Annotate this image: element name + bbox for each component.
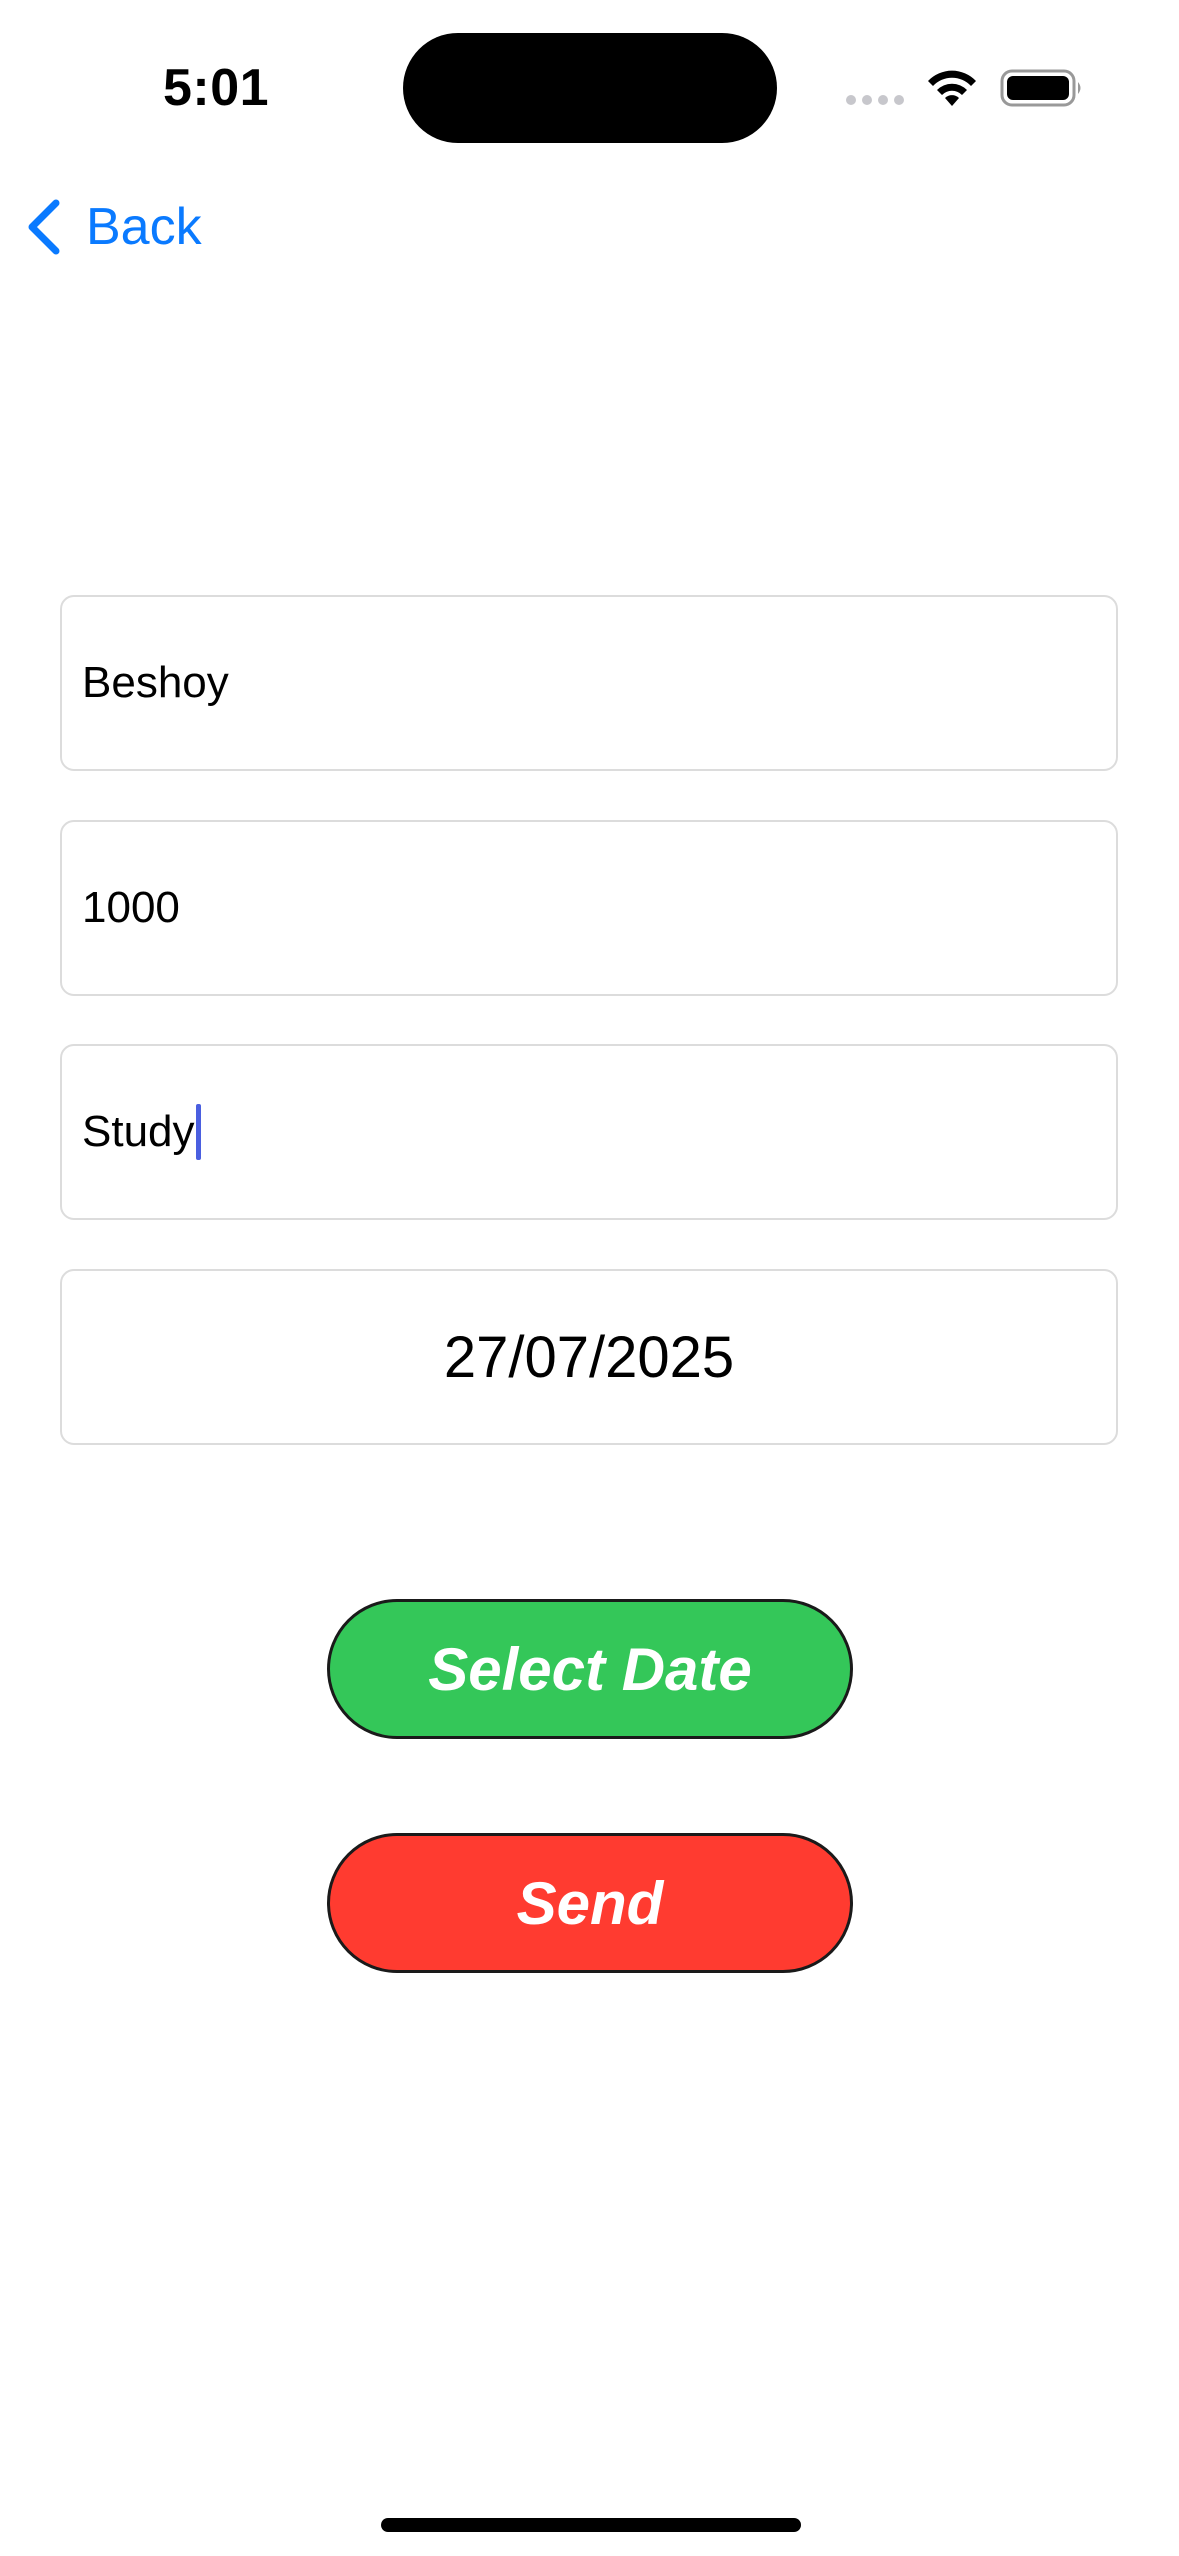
select-date-label: Select Date <box>428 1635 752 1703</box>
cellular-signal-icon <box>846 95 904 105</box>
status-time: 5:01 <box>163 59 270 117</box>
name-field[interactable]: Beshoy <box>60 595 1118 771</box>
chevron-left-icon <box>28 199 60 255</box>
send-button[interactable]: Send <box>327 1833 853 1973</box>
dynamic-island <box>403 33 777 143</box>
date-value: 27/07/2025 <box>443 1324 735 1390</box>
amount-field[interactable]: 1000 <box>60 820 1118 996</box>
battery-icon <box>1000 69 1081 107</box>
back-label: Back <box>86 198 202 256</box>
wifi-icon <box>928 70 976 106</box>
select-date-button[interactable]: Select Date <box>327 1599 853 1739</box>
amount-field-value: 1000 <box>82 883 180 932</box>
purpose-field[interactable]: Study <box>60 1044 1118 1220</box>
name-field-value: Beshoy <box>82 658 229 707</box>
send-label: Send <box>516 1869 664 1937</box>
date-display-field[interactable]: 27/07/2025 <box>60 1269 1118 1445</box>
text-cursor <box>195 1104 201 1160</box>
back-button[interactable]: Back <box>24 192 202 262</box>
home-indicator[interactable] <box>381 2518 801 2532</box>
purpose-field-value: Study <box>82 1107 195 1156</box>
